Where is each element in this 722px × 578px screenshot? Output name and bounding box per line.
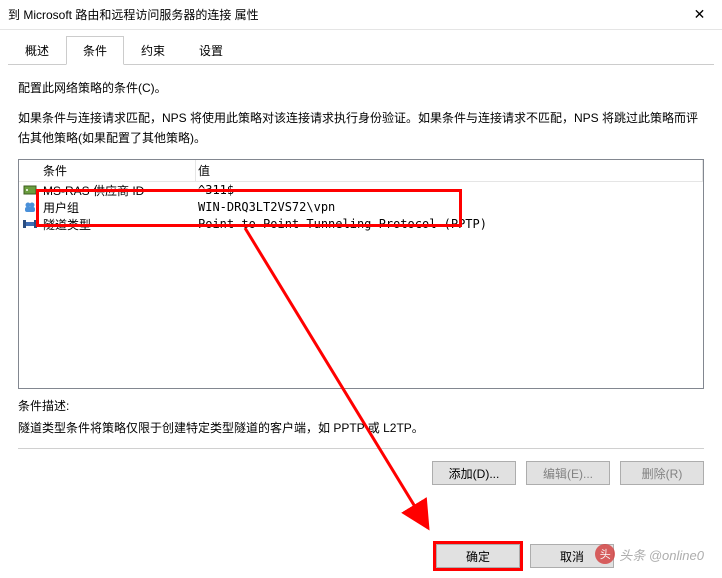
close-button[interactable]: ✕ xyxy=(677,0,722,30)
condition-buttons: 添加(D)... 编辑(E)... 删除(R) xyxy=(18,461,704,485)
tab-conditions[interactable]: 条件 xyxy=(66,36,124,65)
tab-settings[interactable]: 设置 xyxy=(182,36,240,64)
ok-button[interactable]: 确定 xyxy=(436,544,520,568)
add-button[interactable]: 添加(D)... xyxy=(432,461,516,485)
content-area: 配置此网络策略的条件(C)。 如果条件与连接请求匹配，NPS 将使用此策略对该连… xyxy=(0,65,722,389)
row-name: MS-RAS 供应商 ID xyxy=(41,182,196,199)
detail-label: 条件描述: xyxy=(18,397,704,414)
conditions-list[interactable]: 条件 值 MS-RAS 供应商 ID ^311$ 用户组 WIN-DRQ3LT2… xyxy=(18,159,704,389)
row-name: 用户组 xyxy=(41,199,196,216)
tab-constraints[interactable]: 约束 xyxy=(124,36,182,64)
dialog-footer: 确定 取消 应用 xyxy=(436,544,708,568)
detail-text: 隧道类型条件将策略仅限于创建特定类型隧道的客户端，如 PPTP 或 L2TP。 xyxy=(18,418,704,438)
close-icon: ✕ xyxy=(694,6,706,23)
list-row[interactable]: 用户组 WIN-DRQ3LT2VS72\vpn xyxy=(19,199,703,216)
remove-button[interactable]: 删除(R) xyxy=(620,461,704,485)
row-value: Point-to-Point Tunneling Protocol (PPTP) xyxy=(196,217,703,231)
cancel-button[interactable]: 取消 xyxy=(530,544,614,568)
titlebar: 到 Microsoft 路由和远程访问服务器的连接 属性 ✕ xyxy=(0,0,722,30)
description-text: 如果条件与连接请求匹配，NPS 将使用此策略对该连接请求执行身份验证。如果条件与… xyxy=(18,108,704,149)
header-condition[interactable]: 条件 xyxy=(41,160,196,181)
row-value: ^311$ xyxy=(196,183,703,197)
tab-strip: 概述 条件 约束 设置 xyxy=(8,36,714,65)
edit-button[interactable]: 编辑(E)... xyxy=(526,461,610,485)
window-title: 到 Microsoft 路由和远程访问服务器的连接 属性 xyxy=(8,6,259,23)
tab-overview[interactable]: 概述 xyxy=(8,36,66,64)
row-value: WIN-DRQ3LT2VS72\vpn xyxy=(196,200,703,214)
row-name: 隧道类型 xyxy=(41,216,196,233)
list-header: 条件 值 xyxy=(19,160,703,182)
group-icon xyxy=(19,200,41,214)
header-icon-col xyxy=(19,160,41,181)
msras-icon xyxy=(19,183,41,197)
header-value[interactable]: 值 xyxy=(196,160,703,181)
list-row[interactable]: 隧道类型 Point-to-Point Tunneling Protocol (… xyxy=(19,216,703,233)
list-row[interactable]: MS-RAS 供应商 ID ^311$ xyxy=(19,182,703,199)
config-label: 配置此网络策略的条件(C)。 xyxy=(18,79,704,96)
tunnel-icon xyxy=(19,217,41,231)
divider xyxy=(18,448,704,449)
